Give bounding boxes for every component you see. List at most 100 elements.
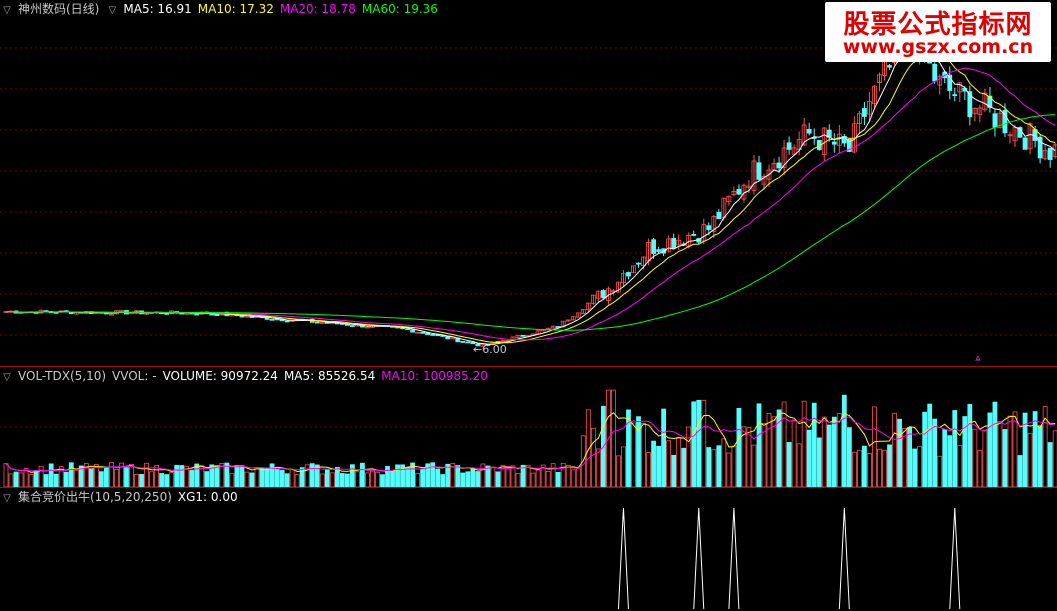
volume-bar bbox=[882, 449, 887, 488]
volume-bar bbox=[726, 452, 732, 488]
volume-bar bbox=[380, 474, 385, 488]
candle-body bbox=[1047, 147, 1053, 160]
volume-bar bbox=[73, 469, 79, 488]
volume-bar bbox=[475, 471, 481, 488]
volume-bar bbox=[13, 471, 19, 488]
volume-bar bbox=[791, 419, 797, 488]
volume-bar bbox=[580, 435, 586, 488]
volume-bar bbox=[114, 469, 119, 488]
volume-bar bbox=[595, 448, 601, 488]
volume-bar bbox=[656, 445, 661, 488]
volume-bar bbox=[455, 465, 461, 488]
low-price-value: 6.00 bbox=[482, 343, 507, 356]
signal-spike bbox=[617, 507, 629, 610]
volume-bar bbox=[877, 448, 882, 488]
volume-bar bbox=[716, 445, 722, 488]
signal-arrow-icon: ⩓ bbox=[975, 353, 981, 364]
volume-bar bbox=[8, 473, 14, 488]
volume-bar bbox=[751, 444, 757, 488]
volume-bar bbox=[816, 437, 822, 488]
candle-body bbox=[636, 262, 641, 265]
volume-bar bbox=[957, 445, 963, 488]
volume-bar bbox=[530, 472, 536, 488]
candle-body bbox=[415, 331, 421, 334]
volume-bar bbox=[972, 428, 978, 488]
volume-bar bbox=[922, 411, 928, 488]
volume-bar bbox=[214, 465, 220, 488]
volume-bar bbox=[977, 450, 983, 488]
volume-bar bbox=[836, 413, 842, 488]
candle-body bbox=[420, 331, 426, 334]
volume-bar bbox=[289, 469, 295, 488]
candle-body bbox=[520, 334, 526, 337]
volume-bar bbox=[967, 404, 973, 488]
candle-body bbox=[1022, 137, 1028, 150]
candle-body bbox=[706, 225, 712, 230]
candle-body bbox=[736, 188, 742, 195]
volume-bar bbox=[124, 467, 129, 488]
volume-bar bbox=[525, 464, 531, 488]
volume-bar bbox=[1012, 411, 1018, 488]
volume-bar bbox=[43, 474, 49, 488]
volume-bar bbox=[1052, 430, 1057, 488]
candle-body bbox=[716, 212, 722, 220]
volume-bar bbox=[565, 465, 571, 488]
volume-bar bbox=[947, 435, 953, 488]
candle-body bbox=[600, 290, 606, 299]
volume-bar bbox=[731, 445, 737, 488]
volume-bar bbox=[857, 449, 862, 488]
candle-body bbox=[831, 141, 837, 145]
volume-bar bbox=[515, 473, 521, 488]
volume-bar bbox=[279, 469, 285, 488]
volume-bar bbox=[159, 473, 165, 488]
volume-bar bbox=[365, 472, 370, 488]
volume-bar bbox=[545, 471, 551, 488]
volume-bar bbox=[887, 444, 892, 488]
candle-body bbox=[776, 162, 782, 169]
volume-bar bbox=[344, 473, 350, 488]
volume-bar bbox=[806, 429, 812, 488]
volume-bar bbox=[917, 445, 923, 488]
volume-bar bbox=[982, 429, 988, 488]
volume-bar bbox=[495, 471, 501, 488]
ma60-line bbox=[5, 114, 1056, 331]
volume-bar bbox=[259, 467, 265, 488]
volume-bar bbox=[204, 471, 210, 488]
candle-body bbox=[269, 318, 275, 321]
volume-bar bbox=[862, 445, 867, 488]
volume-bar bbox=[179, 465, 185, 488]
volume-bar bbox=[1017, 455, 1023, 488]
volume-bar bbox=[194, 463, 200, 488]
volume-bar bbox=[841, 394, 847, 488]
volume-bar bbox=[244, 471, 250, 488]
volume-bar bbox=[3, 463, 9, 488]
candle-body bbox=[887, 65, 892, 68]
volume-bar bbox=[339, 473, 345, 488]
volume-bar bbox=[1032, 411, 1038, 488]
volume-bar bbox=[169, 472, 175, 488]
volume-bar bbox=[1047, 442, 1053, 488]
volume-bar bbox=[480, 463, 486, 488]
volume-bar bbox=[781, 401, 787, 488]
volume-bar bbox=[821, 416, 827, 488]
volume-bar bbox=[470, 468, 476, 488]
volume-bar bbox=[520, 464, 526, 488]
panel-divider bbox=[0, 366, 1057, 367]
low-price-marker: ←6.00 bbox=[473, 343, 507, 356]
volume-bar bbox=[631, 422, 636, 488]
volume-bar bbox=[375, 471, 380, 488]
volume-bar bbox=[942, 429, 948, 488]
stock-chart[interactable] bbox=[0, 0, 1057, 611]
volume-bar bbox=[360, 462, 365, 488]
volume-bar bbox=[550, 463, 556, 488]
volume-bar bbox=[706, 447, 712, 488]
volume-bar bbox=[651, 440, 656, 488]
volume-bar bbox=[164, 474, 170, 488]
volume-bar bbox=[1037, 425, 1043, 488]
volume-bar bbox=[997, 421, 1003, 488]
signal-spike bbox=[838, 507, 850, 610]
signal-spike bbox=[693, 507, 705, 610]
candle-body bbox=[952, 94, 958, 97]
volume-bar bbox=[139, 473, 144, 488]
volume-bar bbox=[249, 472, 255, 488]
